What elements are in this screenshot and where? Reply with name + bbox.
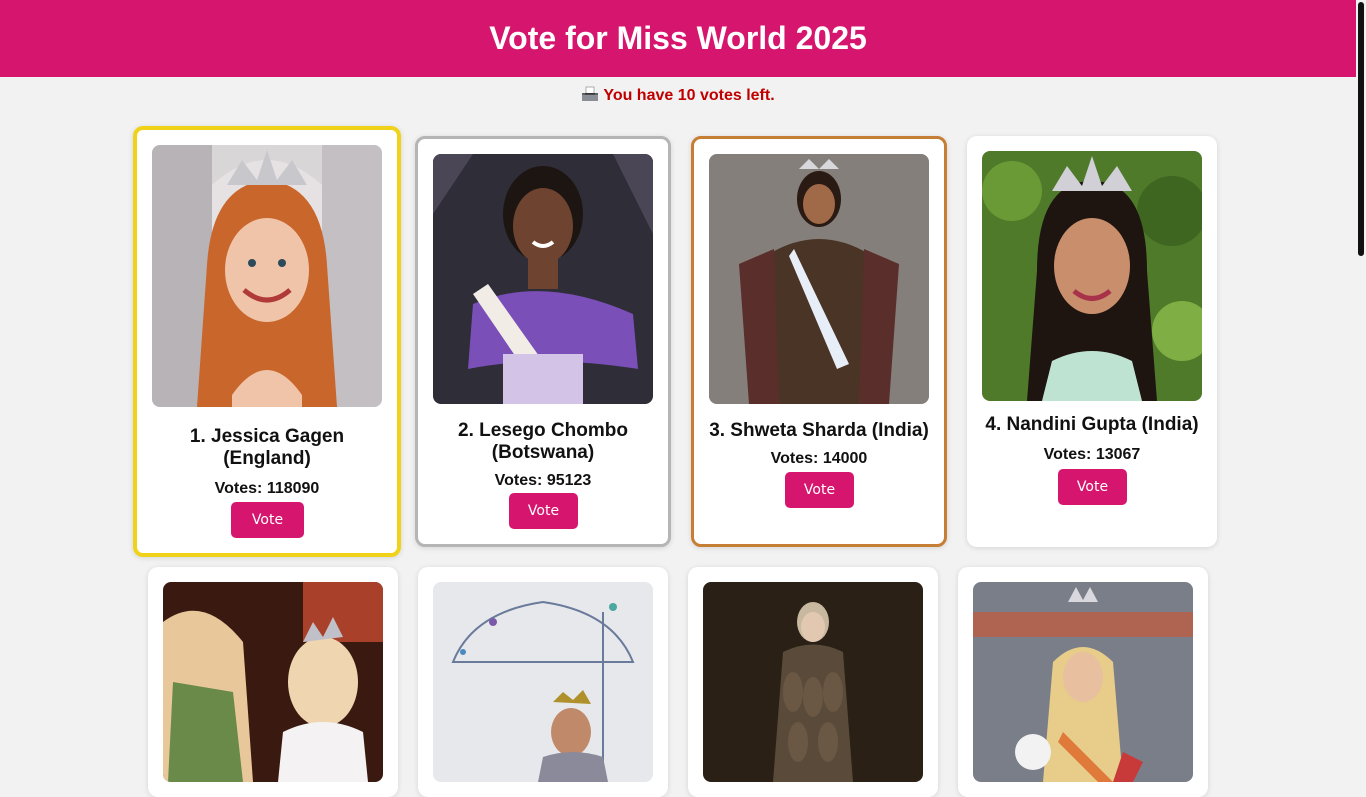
contestant-card: 3. Shweta Sharda (India) Votes: 14000 Vo… (691, 136, 947, 547)
contestant-photo (163, 582, 383, 782)
vote-button[interactable]: Vote (1058, 469, 1127, 505)
votes-left-text: You have 10 votes left. (603, 87, 775, 104)
contestant-name: 1. Jessica Gagen (England) (189, 426, 345, 469)
page-title: Vote for Miss World 2025 (489, 20, 867, 56)
contestant-card (958, 567, 1208, 797)
page-header: Vote for Miss World 2025 (0, 0, 1356, 77)
contestant-name: 2. Lesego Chombo (Botswana) (458, 420, 628, 463)
votes-remaining-notice: You have 10 votes left. (0, 86, 1356, 105)
contestant-card (148, 567, 398, 797)
contestant-card (688, 567, 938, 797)
contestant-votes: Votes: 95123 (494, 472, 592, 489)
contestant-photo (973, 582, 1193, 782)
contestant-photo (152, 145, 382, 407)
contestant-photo (703, 582, 923, 782)
vote-button[interactable]: Vote (231, 502, 304, 538)
contestant-name: 4. Nandini Gupta (India) (985, 414, 1199, 435)
contestant-photo (433, 154, 653, 404)
contestant-photo (433, 582, 653, 782)
contestant-votes: Votes: 14000 (770, 450, 868, 467)
contestant-name: 3. Shweta Sharda (India) (709, 420, 929, 441)
scrollbar-thumb[interactable] (1358, 2, 1364, 256)
vote-button[interactable]: Vote (509, 493, 578, 529)
vote-button[interactable]: Vote (785, 472, 854, 508)
contestant-card: 4. Nandini Gupta (India) Votes: 13067 Vo… (967, 136, 1217, 547)
contestant-photo (982, 151, 1202, 401)
contestant-votes: Votes: 13067 (1043, 446, 1141, 463)
contestant-card (418, 567, 668, 797)
contestant-card: 2. Lesego Chombo (Botswana) Votes: 95123… (415, 136, 671, 547)
contestant-card: 1. Jessica Gagen (England) Votes: 118090… (133, 126, 401, 557)
contestant-photo (709, 154, 929, 404)
ballot-box-icon (581, 86, 599, 102)
contestant-votes: Votes: 118090 (214, 480, 320, 497)
page-scrollbar[interactable] (1356, 0, 1366, 768)
